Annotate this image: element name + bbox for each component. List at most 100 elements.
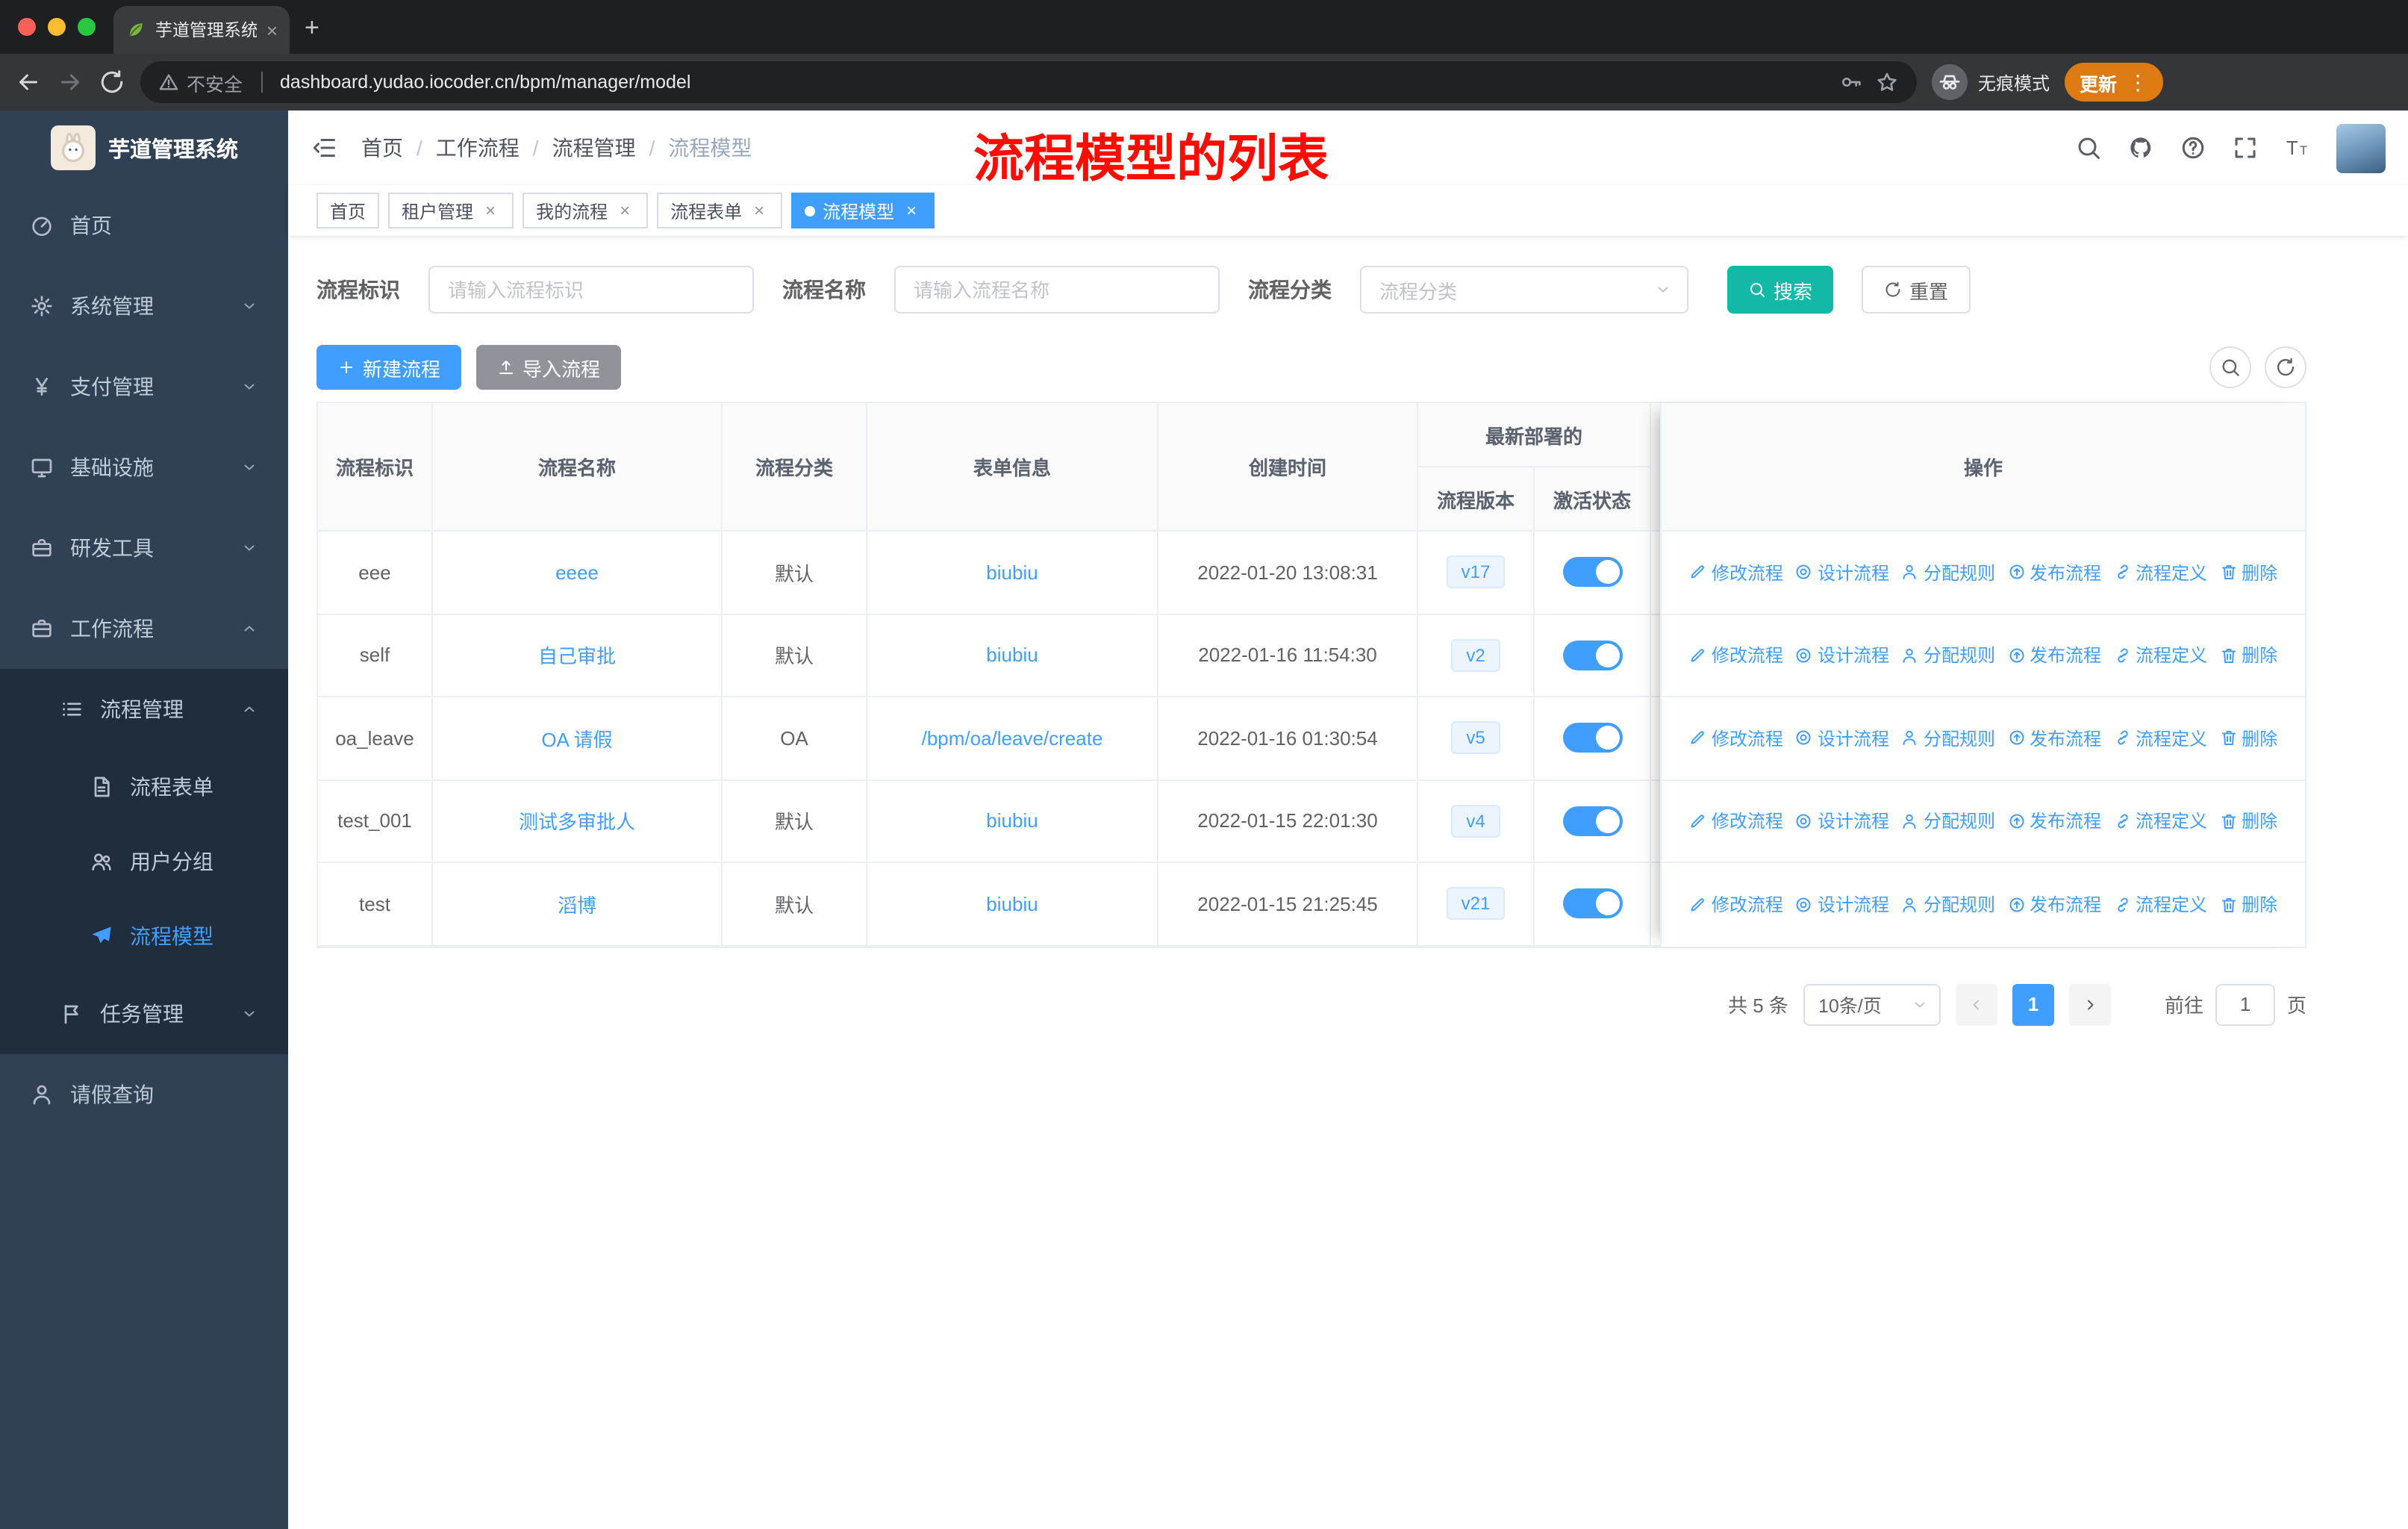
fullscreen-icon[interactable] <box>2232 134 2259 161</box>
action-definition[interactable]: 流程定义 <box>2113 809 2207 834</box>
security-indicator[interactable]: 不安全 <box>158 68 243 96</box>
form-link[interactable]: biubiu <box>986 810 1038 832</box>
sidebar-item-payment[interactable]: 支付管理 <box>0 346 288 427</box>
reload-icon[interactable] <box>99 69 125 96</box>
page-1-button[interactable]: 1 <box>2012 983 2054 1025</box>
process-name-link[interactable]: eeee <box>555 561 599 584</box>
filter-category-select[interactable]: 流程分类 <box>1360 266 1688 314</box>
active-toggle[interactable] <box>1562 723 1622 753</box>
action-edit[interactable]: 修改流程 <box>1689 892 1783 918</box>
action-definition[interactable]: 流程定义 <box>2113 726 2207 751</box>
form-link[interactable]: biubiu <box>986 644 1038 667</box>
action-assign[interactable]: 分配规则 <box>1901 560 1995 585</box>
tag-process-model[interactable]: 流程模型 × <box>791 193 935 228</box>
sidebar-item-workflow[interactable]: 工作流程 <box>0 588 288 669</box>
action-design[interactable]: 设计流程 <box>1795 643 1889 668</box>
action-design[interactable]: 设计流程 <box>1795 560 1889 585</box>
create-process-button[interactable]: 新建流程 <box>316 345 462 390</box>
tag-tenant-management[interactable]: 租户管理 × <box>388 193 514 228</box>
help-icon[interactable] <box>2180 134 2206 161</box>
import-process-button[interactable]: 导入流程 <box>476 345 622 390</box>
search-icon[interactable] <box>2075 134 2102 161</box>
tag-close-icon[interactable]: × <box>902 200 921 221</box>
avatar[interactable] <box>2336 123 2386 172</box>
collapse-sidebar-icon[interactable] <box>311 134 337 161</box>
action-definition[interactable]: 流程定义 <box>2113 560 2207 585</box>
process-name-link[interactable]: OA 请假 <box>541 724 612 753</box>
action-edit[interactable]: 修改流程 <box>1689 726 1783 751</box>
browser-tab[interactable]: 芋道管理系统 × <box>113 6 290 54</box>
process-name-link[interactable]: 滔博 <box>558 890 596 918</box>
table-refresh-button[interactable] <box>2265 346 2306 388</box>
close-window-button[interactable] <box>18 18 36 36</box>
action-publish[interactable]: 发布流程 <box>2007 643 2101 668</box>
tag-close-icon[interactable]: × <box>481 200 500 221</box>
font-size-icon[interactable] <box>2284 134 2311 161</box>
page-size-select[interactable]: 10条/页 <box>1803 983 1941 1025</box>
action-delete[interactable]: 删除 <box>2219 809 2277 834</box>
browser-menu-icon[interactable]: ⋮ <box>2127 69 2148 95</box>
action-assign[interactable]: 分配规则 <box>1901 726 1995 751</box>
sidebar-item-process-model[interactable]: 流程模型 <box>0 899 288 974</box>
action-edit[interactable]: 修改流程 <box>1689 809 1783 834</box>
minimize-window-button[interactable] <box>48 18 66 36</box>
tab-close-icon[interactable]: × <box>266 19 278 41</box>
star-icon[interactable] <box>1875 70 1899 94</box>
action-publish[interactable]: 发布流程 <box>2007 809 2101 834</box>
back-icon[interactable] <box>15 69 42 96</box>
action-design[interactable]: 设计流程 <box>1795 809 1889 834</box>
action-assign[interactable]: 分配规则 <box>1901 809 1995 834</box>
prev-page-button[interactable] <box>1955 983 1997 1025</box>
action-definition[interactable]: 流程定义 <box>2113 643 2207 668</box>
sidebar-item-devtools[interactable]: 研发工具 <box>0 508 288 588</box>
action-assign[interactable]: 分配规则 <box>1901 892 1995 918</box>
action-design[interactable]: 设计流程 <box>1795 726 1889 751</box>
address-bar[interactable]: 不安全 dashboard.yudao.iocoder.cn/bpm/manag… <box>140 61 1917 103</box>
action-publish[interactable]: 发布流程 <box>2007 560 2101 585</box>
next-page-button[interactable] <box>2068 983 2111 1025</box>
update-button[interactable]: 更新 ⋮ <box>2065 63 2164 102</box>
breadcrumb-item-home[interactable]: 首页 <box>361 133 403 163</box>
action-edit[interactable]: 修改流程 <box>1689 560 1783 585</box>
action-edit[interactable]: 修改流程 <box>1689 643 1783 668</box>
process-name-link[interactable]: 测试多审批人 <box>519 807 635 835</box>
zoom-window-button[interactable] <box>78 18 96 36</box>
process-name-link[interactable]: 自己审批 <box>538 641 616 670</box>
form-link[interactable]: biubiu <box>986 561 1038 584</box>
active-toggle[interactable] <box>1562 640 1622 670</box>
action-delete[interactable]: 删除 <box>2219 560 2277 585</box>
search-button[interactable]: 搜索 <box>1727 266 1834 314</box>
sidebar-item-task-management[interactable]: 任务管理 <box>0 974 288 1054</box>
active-toggle[interactable] <box>1562 888 1622 919</box>
action-delete[interactable]: 删除 <box>2219 892 2277 918</box>
sidebar-item-infrastructure[interactable]: 基础设施 <box>0 427 288 508</box>
sidebar-item-process-management[interactable]: 流程管理 <box>0 669 288 750</box>
tag-close-icon[interactable]: × <box>615 200 634 221</box>
sidebar-item-system[interactable]: 系统管理 <box>0 266 288 346</box>
filter-key-input[interactable] <box>428 266 754 314</box>
tag-my-process[interactable]: 我的流程 × <box>523 193 649 228</box>
forward-icon[interactable] <box>57 69 84 96</box>
new-tab-button[interactable]: + <box>305 13 319 43</box>
action-assign[interactable]: 分配规则 <box>1901 643 1995 668</box>
tag-process-form[interactable]: 流程表单 × <box>657 193 783 228</box>
breadcrumb-item-process-management[interactable]: 流程管理 <box>552 133 636 163</box>
filter-name-input[interactable] <box>894 266 1220 314</box>
github-icon[interactable] <box>2127 134 2154 161</box>
action-definition[interactable]: 流程定义 <box>2113 892 2207 918</box>
sidebar-item-home[interactable]: 首页 <box>0 185 288 266</box>
active-toggle[interactable] <box>1562 806 1622 836</box>
form-link[interactable]: /bpm/oa/leave/create <box>922 727 1103 750</box>
sidebar-item-leave-query[interactable]: 请假查询 <box>0 1054 288 1135</box>
action-publish[interactable]: 发布流程 <box>2007 892 2101 918</box>
goto-input[interactable] <box>2215 983 2275 1025</box>
sidebar-item-user-group[interactable]: 用户分组 <box>0 824 288 899</box>
action-design[interactable]: 设计流程 <box>1795 892 1889 918</box>
action-delete[interactable]: 删除 <box>2219 643 2277 668</box>
reset-button[interactable]: 重置 <box>1862 266 1971 314</box>
breadcrumb-item-workflow[interactable]: 工作流程 <box>436 133 520 163</box>
tag-close-icon[interactable]: × <box>749 200 769 221</box>
tag-home[interactable]: 首页 <box>316 193 380 228</box>
active-toggle[interactable] <box>1562 557 1622 588</box>
action-delete[interactable]: 删除 <box>2219 726 2277 751</box>
